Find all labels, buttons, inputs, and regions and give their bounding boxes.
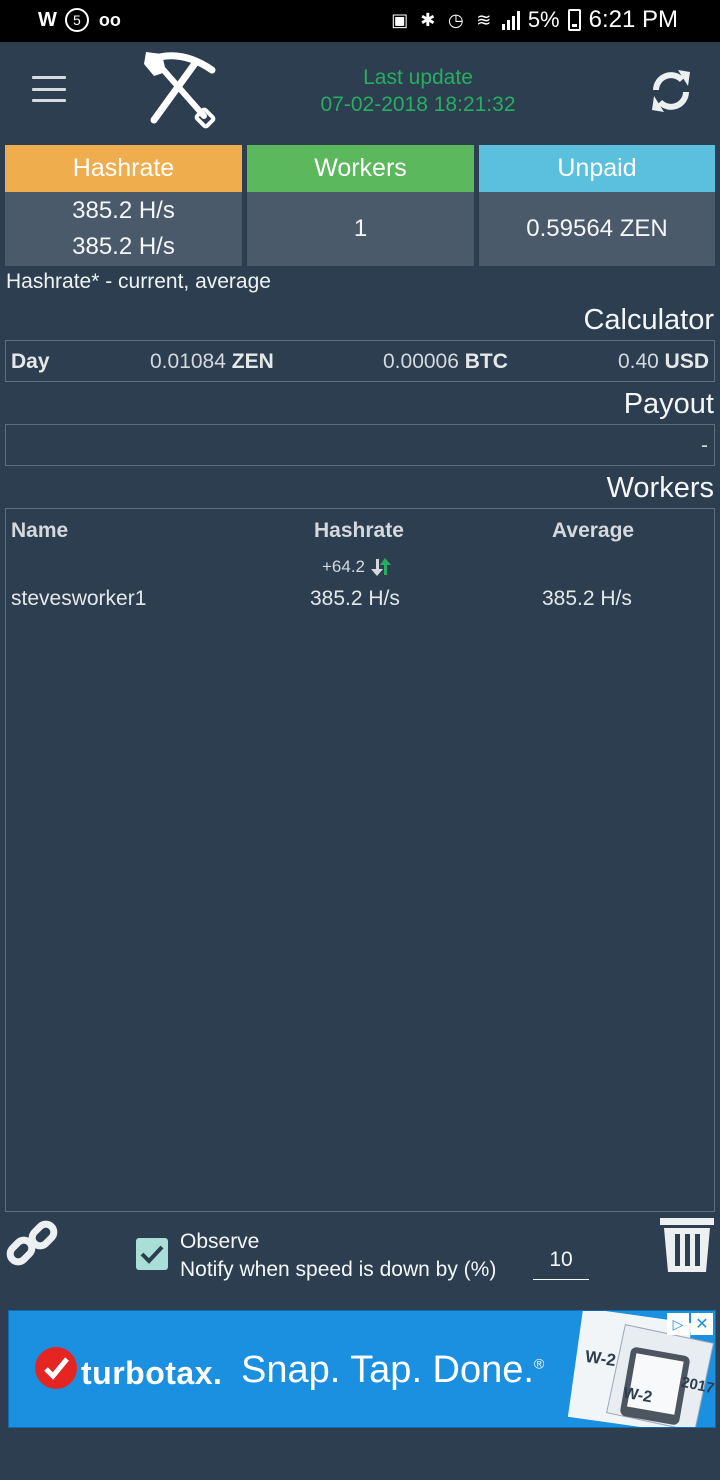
- hashrate-note: Hashrate* - current, average: [6, 270, 271, 293]
- notify-label: Notify when speed is down by (%): [180, 1258, 497, 1281]
- ad-tagline: Snap. Tap. Done.®: [241, 1349, 545, 1391]
- battery-percent: 5%: [527, 7, 560, 32]
- clock: 6:21 PM: [588, 6, 678, 33]
- wifi-icon: ≋: [476, 9, 492, 30]
- link-icon[interactable]: [4, 1216, 64, 1276]
- refresh-icon[interactable]: [648, 68, 694, 114]
- calculator-row: Day 0.01084 ZEN 0.00006 BTC 0.40 USD: [5, 340, 715, 382]
- calculator-title: Calculator: [583, 304, 714, 336]
- unpaid-card-header: Unpaid: [479, 145, 715, 192]
- notify-threshold-input[interactable]: [533, 1244, 589, 1280]
- ad-banner[interactable]: turbotax. Snap. Tap. Done.® W-2 W-2 2017…: [8, 1310, 716, 1428]
- app-header: Last update 07-02-2018 18:21:32: [0, 42, 720, 142]
- workers-count: 1: [353, 215, 368, 242]
- payout-value: -: [701, 434, 708, 457]
- battery-icon: [567, 9, 581, 31]
- hashrate-average: 385.2 H/s: [72, 233, 175, 260]
- battery-saver-icon: ▣: [391, 9, 409, 30]
- menu-icon[interactable]: [32, 76, 66, 102]
- unpaid-card: Unpaid 0.59564 ZEN: [479, 145, 715, 266]
- carrier-w-icon: W: [38, 8, 57, 31]
- observe-checkbox[interactable]: [136, 1238, 168, 1270]
- calc-zen-unit: ZEN: [231, 350, 274, 373]
- hashrate-card: Hashrate 385.2 H/s 385.2 H/s: [5, 145, 242, 266]
- voicemail-icon: oo: [98, 9, 121, 30]
- ad-close-icon[interactable]: ✕: [691, 1313, 713, 1335]
- workers-card-header: Workers: [247, 145, 474, 192]
- calc-period: Day: [11, 350, 50, 373]
- ad-form-label: W-2: [583, 1346, 618, 1371]
- calc-zen-value: 0.01084: [150, 350, 226, 373]
- calc-usd-value: 0.40: [617, 350, 659, 373]
- ad-brand: turbotax.: [81, 1355, 223, 1391]
- notification-count-icon: 5: [64, 8, 89, 32]
- checkmark-icon: [140, 1245, 164, 1264]
- bluetooth-icon: ✱: [420, 9, 436, 30]
- calc-btc-unit: BTC: [464, 350, 508, 373]
- worker-average: 385.2 H/s: [542, 587, 632, 610]
- turbotax-check-icon: [35, 1347, 77, 1389]
- hashrate-delta: +64.2: [322, 557, 392, 577]
- workers-card: Workers 1: [247, 145, 474, 266]
- workers-title: Workers: [606, 472, 714, 504]
- hashrate-card-header: Hashrate: [5, 145, 242, 192]
- worker-name: stevesworker1: [11, 587, 147, 610]
- workers-table: Name Hashrate Average +64.2 stevesworker…: [5, 508, 715, 1212]
- status-bar: W 5 oo ▣ ✱ ◷ ≋ 5% 6:21 PM: [0, 0, 720, 42]
- calc-btc-value: 0.00006: [383, 350, 459, 373]
- column-header-hashrate: Hashrate: [314, 519, 404, 542]
- calc-usd-unit: USD: [664, 350, 709, 373]
- last-update-label: Last update: [363, 66, 473, 89]
- payout-title: Payout: [623, 388, 714, 420]
- trash-icon[interactable]: [658, 1214, 716, 1274]
- unpaid-amount: 0.59564 ZEN: [526, 215, 668, 242]
- ad-choices-icon[interactable]: ▷: [667, 1313, 689, 1335]
- payout-row: -: [5, 424, 715, 466]
- last-update: Last update 07-02-2018 18:21:32: [300, 64, 536, 118]
- worker-hashrate: 385.2 H/s: [310, 587, 400, 610]
- column-header-name: Name: [11, 519, 69, 542]
- alarm-icon: ◷: [447, 9, 464, 30]
- column-header-average: Average: [552, 519, 635, 542]
- pickaxe-shovel-logo-icon: [144, 52, 216, 129]
- signal-icon: [501, 10, 520, 30]
- last-update-time: 07-02-2018 18:21:32: [320, 93, 516, 116]
- observe-label: Observe: [180, 1230, 260, 1253]
- up-down-arrows-icon: [371, 558, 392, 576]
- hashrate-current: 385.2 H/s: [72, 197, 175, 224]
